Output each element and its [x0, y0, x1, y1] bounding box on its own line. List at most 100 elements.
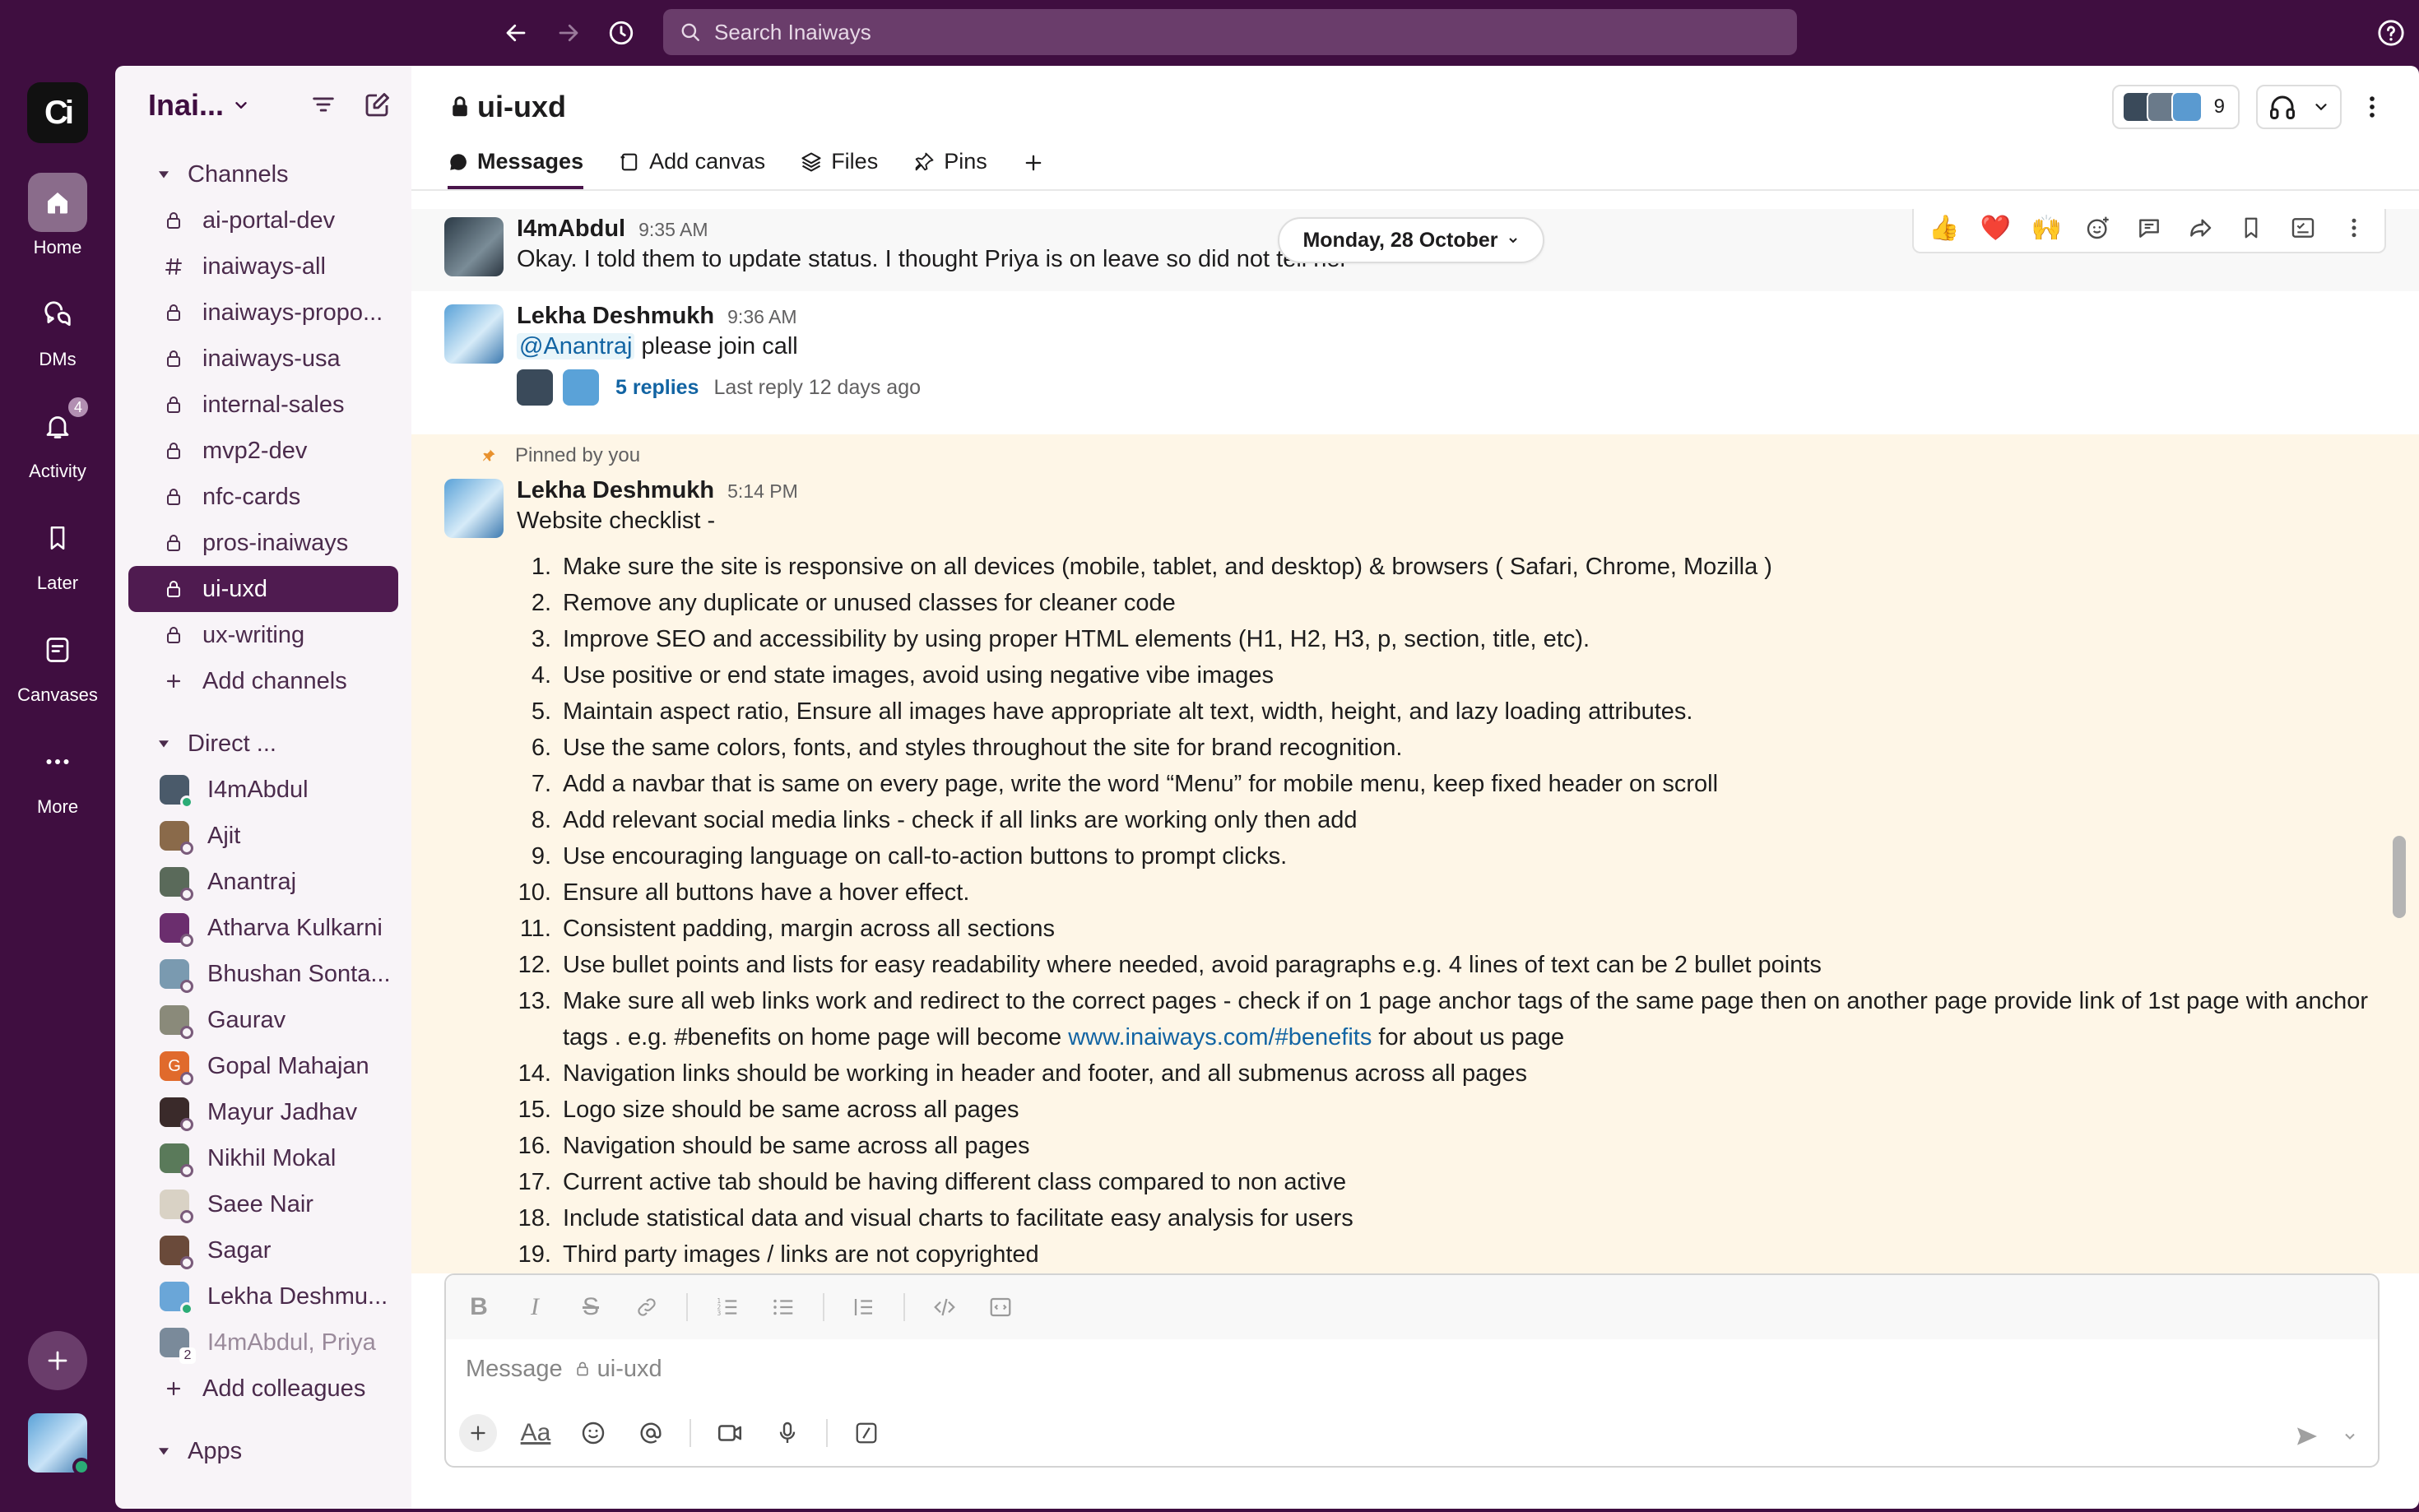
message-timestamp[interactable]: 9:35 AM — [638, 219, 708, 241]
compose-icon[interactable] — [362, 90, 392, 120]
back-arrow-icon[interactable] — [498, 15, 534, 51]
message-feed[interactable]: Monday, 28 October 👍 ❤️ 🙌 I4mAbdul 9:35 … — [411, 209, 2419, 1273]
sidebar-item-dm[interactable]: G Gopal Mahajan — [128, 1043, 398, 1089]
rail-canvases[interactable]: Canvases — [0, 620, 115, 727]
text-format-icon[interactable]: Aa — [517, 1414, 555, 1452]
sidebar-item-channel[interactable]: pros-inaiways — [128, 520, 398, 566]
add-colleagues-button[interactable]: Add colleagues — [128, 1366, 398, 1412]
message-timestamp[interactable]: 9:36 AM — [727, 306, 796, 328]
sidebar-item-channel[interactable]: ui-uxd — [128, 566, 398, 612]
sidebar-item-dm[interactable]: Sagar — [128, 1227, 398, 1273]
workspace-name-button[interactable]: Inai... — [148, 88, 250, 123]
thumbs-up-reaction[interactable]: 👍 — [1924, 209, 1965, 248]
bullet-list-icon[interactable] — [767, 1291, 800, 1324]
mention-icon[interactable] — [632, 1414, 670, 1452]
add-reaction-icon[interactable] — [2078, 209, 2119, 248]
chevron-down-icon[interactable] — [2342, 1428, 2358, 1445]
sidebar-item-channel[interactable]: nfc-cards — [128, 474, 398, 520]
bookmark-icon[interactable] — [2231, 209, 2272, 248]
huddle-button[interactable] — [2256, 85, 2342, 129]
search-input[interactable]: Search Inaiways — [663, 9, 1797, 55]
tab-files[interactable]: Files — [800, 149, 878, 189]
blockquote-icon[interactable] — [847, 1291, 880, 1324]
microphone-icon[interactable] — [768, 1414, 806, 1452]
help-icon[interactable] — [2373, 15, 2409, 51]
send-icon[interactable] — [2294, 1423, 2320, 1449]
reply-thread-icon[interactable] — [2129, 209, 2170, 248]
sidebar-item-dm[interactable]: Gaurav — [128, 997, 398, 1043]
thread-summary[interactable]: 5 replies Last reply 12 days ago — [517, 369, 2370, 406]
plus-icon[interactable] — [459, 1414, 497, 1452]
pinned-message[interactable]: Pinned by you Lekha Deshmukh 5:14 PM Web… — [411, 434, 2419, 1273]
code-icon[interactable] — [928, 1291, 961, 1324]
workspace-logo[interactable]: Ci — [27, 82, 88, 143]
add-channels-button[interactable]: Add channels — [128, 658, 398, 704]
sidebar-item-dm[interactable]: I4mAbdul — [128, 767, 398, 813]
forward-icon[interactable] — [2180, 209, 2221, 248]
emoji-icon[interactable] — [574, 1414, 612, 1452]
tab-messages[interactable]: Messages — [448, 149, 584, 189]
italic-icon[interactable]: I — [518, 1291, 551, 1324]
add-workspace-button[interactable] — [28, 1331, 87, 1390]
channel-title-button[interactable]: ui-uxd — [448, 90, 566, 124]
dm-section-toggle[interactable]: Direct ... — [115, 721, 411, 767]
history-icon[interactable] — [603, 15, 639, 51]
tab-add-canvas[interactable]: Add canvas — [618, 149, 765, 189]
sidebar-item-channel[interactable]: inaiways-all — [128, 243, 398, 290]
raised-hands-reaction[interactable]: 🙌 — [2027, 209, 2068, 248]
ordered-list-icon[interactable]: 123 — [711, 1291, 744, 1324]
avatar[interactable] — [444, 479, 504, 538]
message-timestamp[interactable]: 5:14 PM — [727, 480, 798, 503]
apps-section-toggle[interactable]: Apps — [115, 1428, 411, 1474]
tab-pins[interactable]: Pins — [912, 149, 987, 189]
message[interactable]: Lekha Deshmukh 9:36 AM @Anantraj please … — [411, 291, 2419, 434]
sidebar-item-dm[interactable]: Ajit — [128, 813, 398, 859]
sidebar-item-channel[interactable]: inaiways-propo... — [128, 290, 398, 336]
rail-later[interactable]: Later — [0, 508, 115, 615]
sidebar-item-dm[interactable]: 2 I4mAbdul, Priya — [128, 1320, 398, 1366]
sidebar-item-dm[interactable]: Mayur Jadhav — [128, 1089, 398, 1135]
sidebar-item-channel[interactable]: ux-writing — [128, 612, 398, 658]
filter-icon[interactable] — [309, 90, 337, 120]
date-divider-button[interactable]: Monday, 28 October — [1278, 217, 1544, 263]
save-task-icon[interactable] — [2282, 209, 2324, 248]
rail-dms[interactable]: DMs — [0, 285, 115, 392]
sidebar-item-dm[interactable]: Saee Nair — [128, 1181, 398, 1227]
sidebar-item-dm[interactable]: Lekha Deshmu... — [128, 1273, 398, 1320]
rail-more[interactable]: More — [0, 732, 115, 839]
sidebar-item-channel[interactable]: inaiways-usa — [128, 336, 398, 382]
sidebar-item-dm[interactable]: Bhushan Sonta... — [128, 951, 398, 997]
avatar[interactable] — [444, 304, 504, 364]
kebab-menu-icon[interactable] — [2358, 93, 2386, 121]
message-author[interactable]: Lekha Deshmukh — [517, 477, 714, 504]
channels-section-toggle[interactable]: Channels — [115, 151, 411, 197]
video-icon[interactable] — [711, 1414, 749, 1452]
user-avatar[interactable] — [28, 1413, 91, 1476]
sidebar-item-channel[interactable]: internal-sales — [128, 382, 398, 428]
sidebar-item-channel[interactable]: ai-portal-dev — [128, 197, 398, 243]
sidebar-item-channel[interactable]: mvp2-dev — [128, 428, 398, 474]
bold-icon[interactable]: B — [462, 1291, 495, 1324]
checklist-link[interactable]: www.inaiways.com/#benefits — [1068, 1024, 1372, 1051]
slash-command-icon[interactable] — [847, 1414, 885, 1452]
more-icon[interactable] — [2333, 209, 2375, 248]
thread-replies-link[interactable]: 5 replies — [615, 376, 699, 400]
message-input[interactable]: Message ui-uxd — [446, 1339, 2378, 1398]
user-mention-link[interactable]: @Anantraj — [517, 333, 635, 359]
link-icon[interactable] — [630, 1291, 663, 1324]
message-author[interactable]: Lekha Deshmukh — [517, 303, 714, 330]
feed-scrollbar[interactable] — [2393, 836, 2406, 918]
code-block-icon[interactable] — [984, 1291, 1017, 1324]
rail-activity[interactable]: 4 Activity — [0, 395, 115, 503]
heart-reaction[interactable]: ❤️ — [1975, 209, 2016, 248]
message[interactable]: Lekha Deshmukh 5:14 PM Website checklist… — [411, 472, 2419, 1273]
sidebar-item-dm[interactable]: Anantraj — [128, 859, 398, 905]
strikethrough-icon[interactable]: S — [574, 1291, 607, 1324]
rail-home[interactable]: Home — [0, 173, 115, 280]
sidebar-item-dm[interactable]: Atharva Kulkarni — [128, 905, 398, 951]
add-tab-button[interactable] — [1022, 151, 1045, 189]
message-author[interactable]: I4mAbdul — [517, 216, 625, 243]
forward-arrow-icon[interactable] — [550, 15, 587, 51]
sidebar-item-dm[interactable]: Nikhil Mokal — [128, 1135, 398, 1181]
members-button[interactable]: 9 — [2111, 85, 2240, 129]
